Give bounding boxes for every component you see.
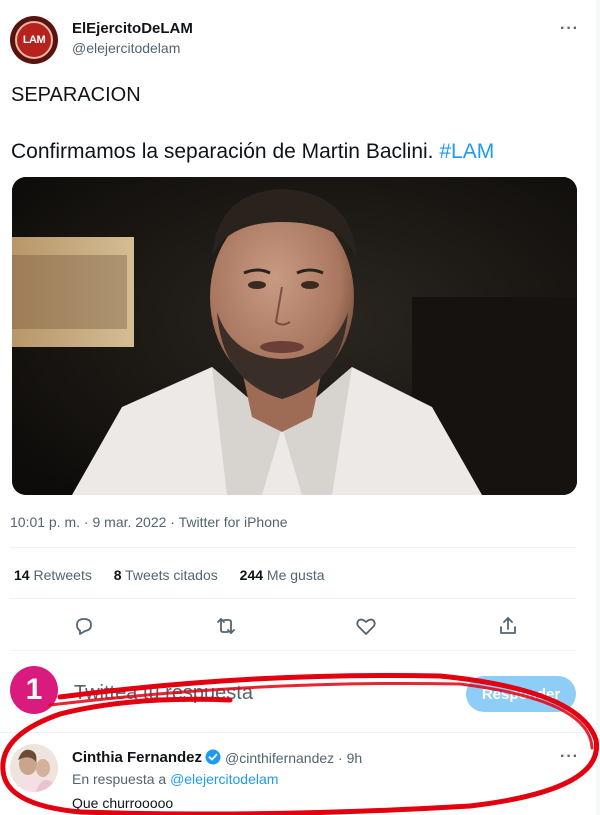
avatar-logo-text: LAM [15,21,53,59]
retweets-count: 14 [14,567,30,583]
tweet-text-line2: Confirmamos la separación de Martin Bacl… [11,140,494,164]
reply-input[interactable]: Twittea tu respuesta [74,682,253,705]
hashtag-link[interactable]: #LAM [439,140,494,163]
divider [10,598,576,599]
author-display-name[interactable]: ElEjercitoDeLAM [72,20,193,37]
retweets-stat[interactable]: 14 Retweets [14,567,92,583]
quotes-count: 8 [113,567,122,583]
retweet-icon[interactable] [214,614,238,638]
share-icon[interactable] [496,614,520,638]
more-options-icon[interactable]: ··· [560,20,579,38]
reply-author-name[interactable]: Cinthia Fernandez [72,749,225,766]
portrait-image [12,177,577,495]
author-avatar[interactable]: LAM [10,16,58,64]
tweet-photo[interactable] [12,177,577,495]
likes-count: 244 [239,567,264,583]
divider [0,732,600,733]
reply-display-name: Cinthia Fernandez [72,749,203,766]
tweet-stats: 14 Retweets 8 Tweets citados 244 Me gust… [14,567,343,583]
reply-icon[interactable] [72,614,96,638]
reply-more-options-icon[interactable]: ··· [560,748,579,766]
tweet-timestamp[interactable]: 10:01 p. m. · 9 mar. 2022 · Twitter for … [10,514,288,530]
tweet-text-line1: SEPARACION [11,84,141,106]
verified-badge-icon [205,749,221,765]
your-avatar[interactable]: 1 [10,666,58,714]
divider [10,547,576,548]
likes-label: Me gusta [266,567,325,583]
retweets-label: Retweets [33,567,92,583]
replying-mention-link[interactable]: @elejercitodelam [170,771,278,787]
scrollbar[interactable] [596,0,600,815]
likes-stat[interactable]: 244 Me gusta [240,567,325,583]
divider [10,650,576,651]
quotes-stat[interactable]: 8 Tweets citados [114,567,218,583]
reply-text: Que churrooooo [72,795,174,811]
author-handle[interactable]: @elejercitodelam [72,40,180,56]
like-icon[interactable] [354,614,378,638]
replying-prefix: En respuesta a [72,771,167,787]
reply-button[interactable]: Responder [466,676,576,712]
tweet-body: Confirmamos la separación de Martin Bacl… [11,140,434,163]
quotes-label: Tweets citados [125,567,218,583]
reply-author-handle[interactable]: @cinthifernandez · 9h [225,750,362,766]
reply-author-avatar[interactable] [10,744,58,792]
replying-to: En respuesta a @elejercitodelam [72,771,278,787]
